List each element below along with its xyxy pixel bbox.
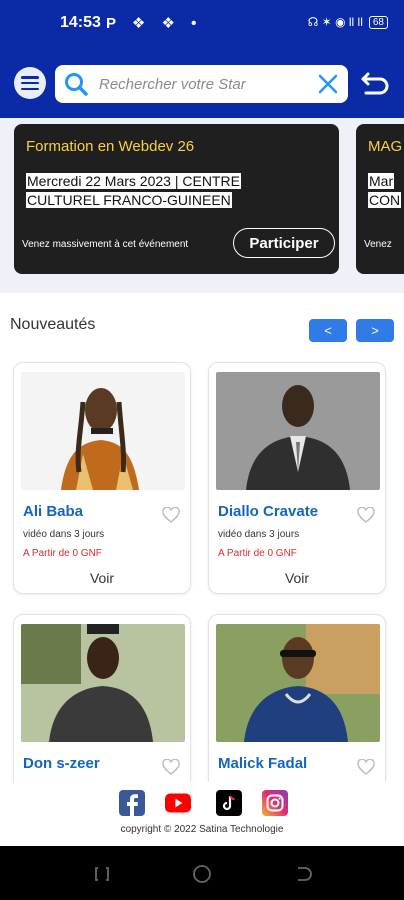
star-name: Diallo Cravate: [218, 503, 319, 520]
facebook-icon[interactable]: [119, 790, 145, 816]
event-description: Venez massivement à cet événement: [22, 239, 189, 250]
star-photo: [216, 372, 380, 490]
event-date: Mar CON: [368, 173, 402, 208]
home-icon[interactable]: [192, 864, 212, 884]
tiktok-icon[interactable]: [216, 790, 242, 816]
star-name: Don s-zeer: [23, 755, 100, 772]
star-name: Ali Baba: [23, 503, 84, 520]
event-description: Venez: [364, 239, 392, 250]
star-photo: [21, 372, 185, 490]
view-button[interactable]: Voir: [209, 570, 385, 586]
search-icon[interactable]: [63, 71, 89, 97]
system-nav-bar: [0, 846, 404, 900]
section-title: Nouveautés: [10, 316, 96, 333]
star-name: Malick Fadal: [218, 755, 308, 772]
close-icon[interactable]: [316, 72, 340, 96]
star-photo: [216, 624, 380, 742]
search-input[interactable]: [99, 69, 309, 99]
system-icons: ☊ ✶ ◉ ll ll 68: [308, 15, 388, 29]
next-button[interactable]: >: [356, 319, 394, 342]
star-card[interactable]: Diallo Cravate vidéo dans 3 jours A Part…: [208, 362, 386, 594]
youtube-icon[interactable]: [165, 790, 191, 816]
battery-icon: 68: [368, 15, 388, 29]
search-bar: [55, 65, 348, 103]
participate-button[interactable]: Participer: [233, 228, 335, 258]
heart-icon[interactable]: [357, 759, 375, 775]
menu-icon: [21, 76, 39, 90]
instagram-icon[interactable]: [262, 790, 288, 816]
star-availability: vidéo dans 3 jours: [218, 529, 300, 540]
view-button[interactable]: Voir: [14, 570, 190, 586]
star-availability: vidéo dans 3 jours: [23, 529, 105, 540]
heart-icon[interactable]: [162, 507, 180, 523]
star-photo: [21, 624, 185, 742]
back-icon[interactable]: [360, 70, 390, 96]
events-carousel[interactable]: Formation en Webdev 26 Mercredi 22 Mars …: [0, 118, 404, 293]
event-date: Mercredi 22 Mars 2023 | CENTRE CULTUREL …: [26, 173, 241, 208]
star-price: A Partir de 0 GNF: [218, 548, 297, 559]
footer: copyright © 2022 Satina Technologie: [0, 782, 404, 846]
event-title: Formation en Webdev 26: [26, 138, 195, 155]
notification-icons: P ❖ ❖ •: [106, 15, 203, 32]
star-price: A Partir de 0 GNF: [23, 548, 102, 559]
event-card[interactable]: Formation en Webdev 26 Mercredi 22 Mars …: [14, 124, 339, 274]
status-bar: 14:53 P ❖ ❖ • ☊ ✶ ◉ ll ll 68: [0, 0, 404, 46]
app-header: 14:53 P ❖ ❖ • ☊ ✶ ◉ ll ll 68: [0, 0, 404, 118]
heart-icon[interactable]: [357, 507, 375, 523]
event-title: MAG: [368, 138, 403, 155]
heart-icon[interactable]: [162, 759, 180, 775]
status-time: 14:53: [60, 14, 101, 31]
back-nav-icon[interactable]: [292, 864, 312, 884]
copyright-text: copyright © 2022 Satina Technologie: [120, 824, 284, 835]
menu-button[interactable]: [14, 67, 46, 99]
previous-button[interactable]: <: [309, 319, 347, 342]
recent-apps-icon[interactable]: [92, 864, 112, 884]
star-card[interactable]: Ali Baba vidéo dans 3 jours A Partir de …: [13, 362, 191, 594]
system-icons-text: ☊ ✶ ◉ ll ll: [307, 15, 363, 29]
event-card[interactable]: MAG Mar CON Venez: [356, 124, 404, 274]
